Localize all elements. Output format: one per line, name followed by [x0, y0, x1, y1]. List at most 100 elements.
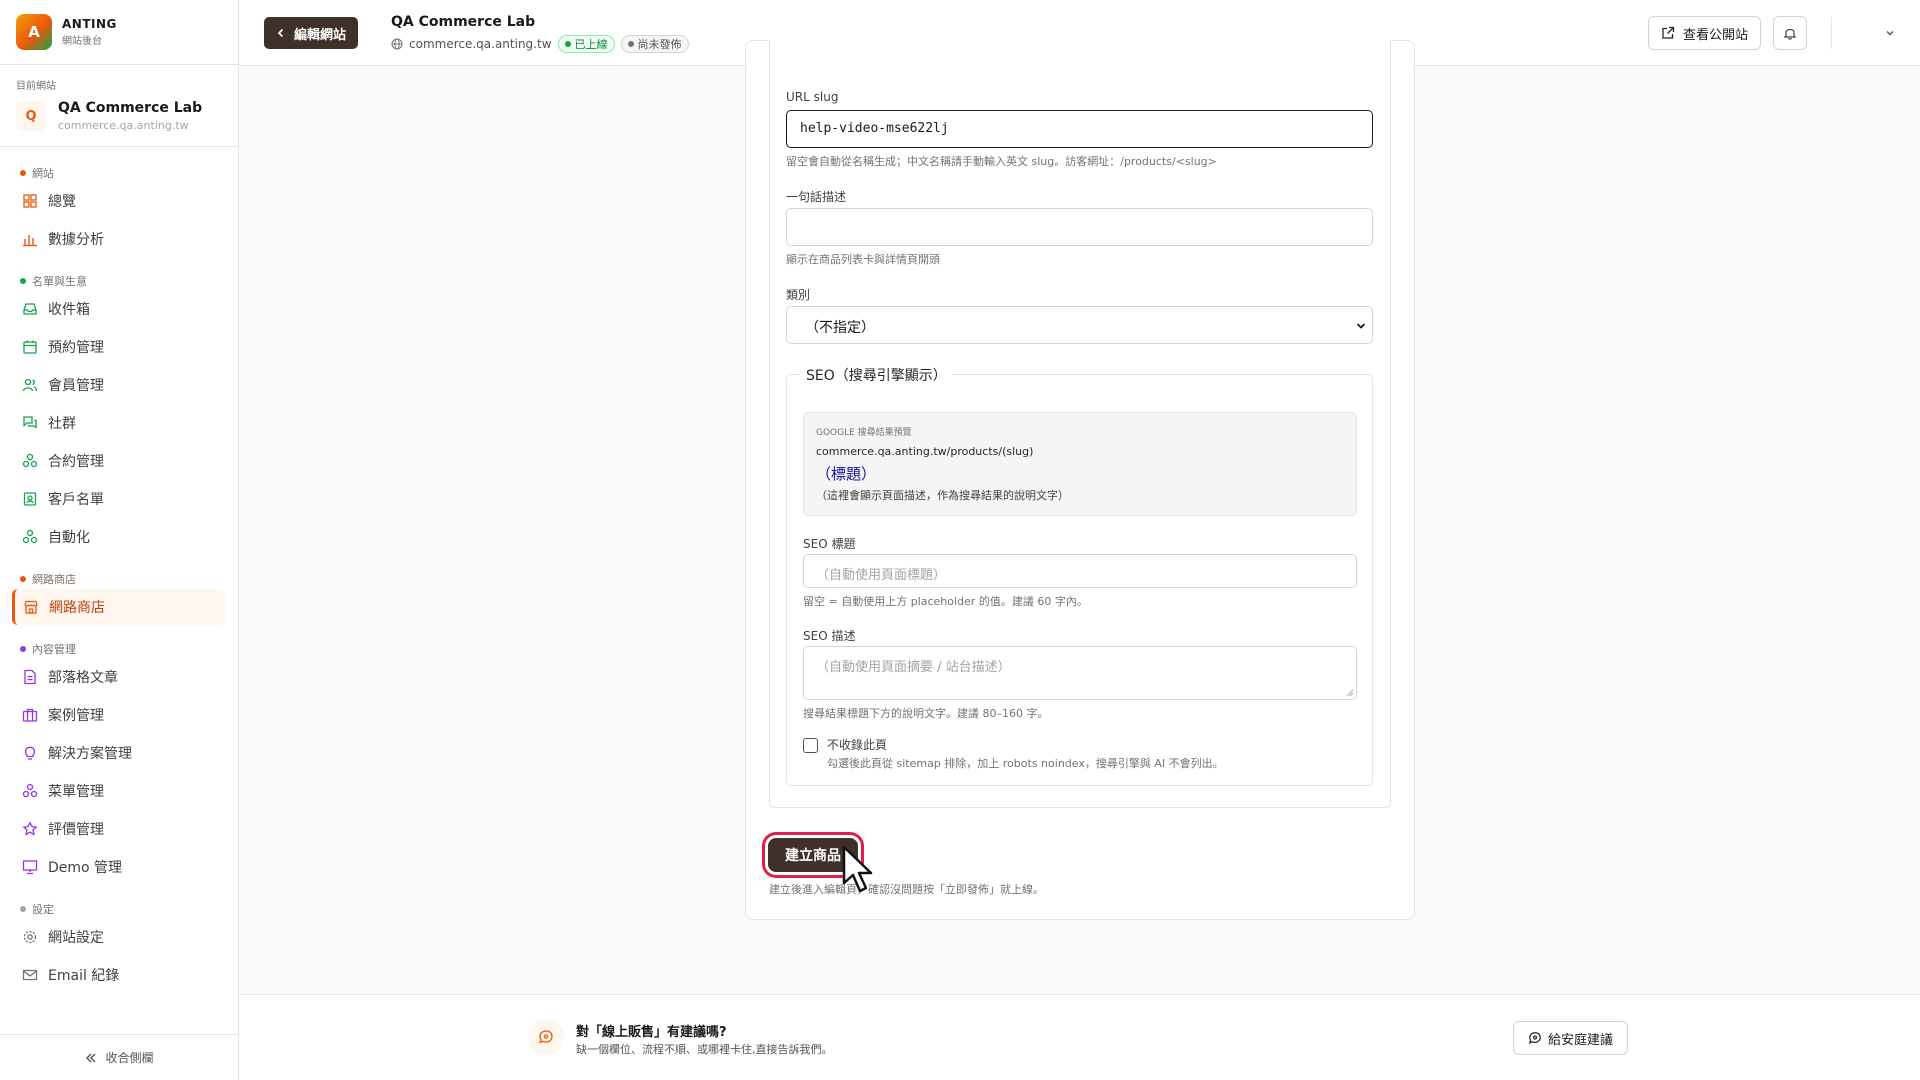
star-icon [23, 821, 37, 836]
slug-input[interactable]: help-video-mse622lj [786, 110, 1373, 148]
briefcase-icon [22, 708, 38, 722]
chevron-down-icon [1356, 323, 1366, 329]
sidebar-item-label: Demo 管理 [48, 860, 123, 876]
sidebar-item-members[interactable]: 會員管理 [12, 367, 226, 403]
sidebar-item-bookings[interactable]: 預約管理 [12, 329, 226, 365]
seo-legend: SEO（搜尋引擎顯示） [800, 365, 953, 385]
nav-section-content: 內容管理 [0, 641, 238, 657]
slug-hint: 留空會自動從名稱生成；中文名稱請手動輸入英文 slug。訪客網址：/produc… [786, 155, 1217, 168]
sidebar-nav: 網站 總覽 數據分析 名單與生意 收件箱 預約管理 會員管理 社群 合約管理 客… [0, 147, 238, 993]
sidebar-item-label: 合約管理 [48, 454, 104, 470]
sidebar-item-label: 客戶名單 [48, 492, 104, 508]
sidebar-item-label: 總覽 [48, 194, 76, 210]
section-dot [20, 576, 26, 582]
sidebar-item-cases[interactable]: 案例管理 [12, 697, 226, 733]
nav-section-business: 名單與生意 [0, 273, 238, 289]
sidebar-item-solutions[interactable]: 解決方案管理 [12, 735, 226, 771]
noindex-label[interactable]: 不收錄此頁 [827, 736, 887, 753]
sidebar-item-label: 收件箱 [48, 302, 90, 318]
nav-section-title: 設定 [32, 903, 54, 916]
sidebar-item-community[interactable]: 社群 [12, 405, 226, 441]
collapse-label: 收合側欄 [105, 1051, 154, 1065]
sidebar-item-label: 預約管理 [48, 340, 104, 356]
brand-logo: A [16, 14, 52, 50]
category-label: 類別 [786, 288, 811, 302]
seo-title-hint: 留空 = 自動使用上方 placeholder 的值。建議 60 字內。 [803, 595, 1088, 608]
status-dot [627, 41, 634, 47]
resize-handle-icon[interactable] [1346, 689, 1354, 697]
mail-icon [22, 969, 38, 981]
feedback-footer: 對「線上販售」有建議嗎? 缺一個欄位、流程不順、或哪裡卡住,直接告訴我們。 給安… [240, 994, 1920, 1080]
bar-chart-icon [23, 235, 37, 247]
preview-description: （這裡會顯示頁面描述，作為搜尋結果的說明文字） [816, 489, 1069, 502]
sidebar-item-label: 案例管理 [48, 708, 104, 724]
sidebar-item-inbox[interactable]: 收件箱 [12, 291, 226, 327]
inbox-icon [23, 303, 37, 315]
section-dot [20, 170, 26, 176]
chevron-left-icon [277, 28, 284, 38]
account-menu-button[interactable] [1856, 16, 1896, 50]
sidebar-item-contracts[interactable]: 合約管理 [12, 443, 226, 479]
store-icon [24, 600, 38, 614]
page-site-title: QA Commerce Lab [391, 14, 536, 30]
sidebar-item-store[interactable]: 網路商店 [12, 589, 226, 625]
cluster-icon [22, 453, 38, 468]
give-feedback-button[interactable]: 給安庭建議 [1513, 1021, 1629, 1055]
slug-label: URL slug [786, 90, 839, 104]
cluster-icon [22, 529, 38, 544]
sidebar-item-reviews[interactable]: 評價管理 [12, 811, 226, 847]
tagline-input[interactable] [786, 208, 1373, 246]
brand[interactable]: A ANTING 網站後台 [0, 0, 238, 65]
nav-section-settings: 設定 [0, 901, 238, 917]
sidebar-item-site-settings[interactable]: 網站設定 [12, 919, 226, 955]
noindex-hint: 勾選後此頁從 sitemap 排除，加上 robots noindex，搜尋引擎… [827, 757, 1224, 770]
sidebar-item-label: Email 紀錄 [48, 968, 120, 984]
sidebar-item-customers[interactable]: 客戶名單 [12, 481, 226, 517]
chat-bubble-icon [538, 1030, 553, 1044]
seo-title-label: SEO 標題 [803, 537, 856, 551]
feedback-button-label: 給安庭建議 [1548, 1032, 1614, 1048]
category-select[interactable]: （不指定） [786, 306, 1373, 344]
site-avatar: Q [16, 101, 46, 131]
status-badge-live: 已上線 [557, 35, 615, 53]
sidebar-item-overview[interactable]: 總覽 [12, 183, 226, 219]
sidebar-item-label: 社群 [48, 416, 76, 432]
users-icon [22, 378, 38, 392]
sidebar-item-automation[interactable]: 自動化 [12, 519, 226, 555]
sidebar-item-label: 菜單管理 [48, 784, 104, 800]
edit-site-back-button[interactable]: 編輯網站 [264, 17, 359, 49]
sidebar-item-analytics[interactable]: 數據分析 [12, 221, 226, 257]
view-public-site-button[interactable]: 查看公開站 [1647, 16, 1761, 50]
preview-url: commerce.qa.anting.tw/products/(slug) [816, 445, 1034, 458]
grid-icon [23, 194, 37, 208]
current-site-switcher[interactable]: Q QA Commerce Lab commerce.qa.anting.tw [16, 100, 222, 132]
sidebar-item-email-log[interactable]: Email 紀錄 [12, 957, 226, 993]
cluster-icon [22, 783, 38, 798]
bell-icon [1783, 28, 1797, 40]
badge-label: 已上線 [574, 38, 608, 51]
section-dot [20, 278, 26, 284]
seo-title-input[interactable]: （自動使用頁面標題） [803, 554, 1357, 588]
sidebar-item-blog[interactable]: 部落格文章 [12, 659, 226, 695]
submit-hint: 建立後進入編輯頁，確認沒問題按「立即發佈」就上線。 [769, 883, 1044, 896]
document-icon [24, 669, 36, 685]
sidebar-item-demo[interactable]: Demo 管理 [12, 849, 226, 885]
contact-icon [23, 492, 37, 506]
nav-section-title: 網路商店 [32, 573, 76, 586]
lightbulb-icon [24, 746, 36, 760]
nav-section-site: 網站 [0, 165, 238, 181]
noindex-checkbox[interactable] [803, 738, 818, 753]
seo-description-textarea[interactable]: （自動使用頁面摘要 / 站台描述） [803, 646, 1357, 700]
preview-label: GOOGLE 搜尋結果預覽 [816, 428, 912, 438]
sidebar-item-label: 解決方案管理 [48, 746, 132, 762]
seo-description-hint: 搜尋結果標題下方的說明文字。建議 80–160 字。 [803, 707, 1049, 720]
back-button-label: 編輯網站 [294, 27, 347, 43]
sidebar-item-label: 評價管理 [48, 822, 104, 838]
nav-section-title: 內容管理 [32, 643, 76, 656]
feedback-subtitle: 缺一個欄位、流程不順、或哪裡卡住,直接告訴我們。 [576, 1043, 833, 1056]
sidebar-item-menu[interactable]: 菜單管理 [12, 773, 226, 809]
collapse-sidebar-button[interactable]: 收合側欄 [0, 1034, 239, 1080]
sidebar-item-label: 網站設定 [48, 930, 104, 946]
notifications-button[interactable] [1773, 16, 1807, 50]
current-site: 目前網站 Q QA Commerce Lab commerce.qa.antin… [0, 65, 238, 147]
